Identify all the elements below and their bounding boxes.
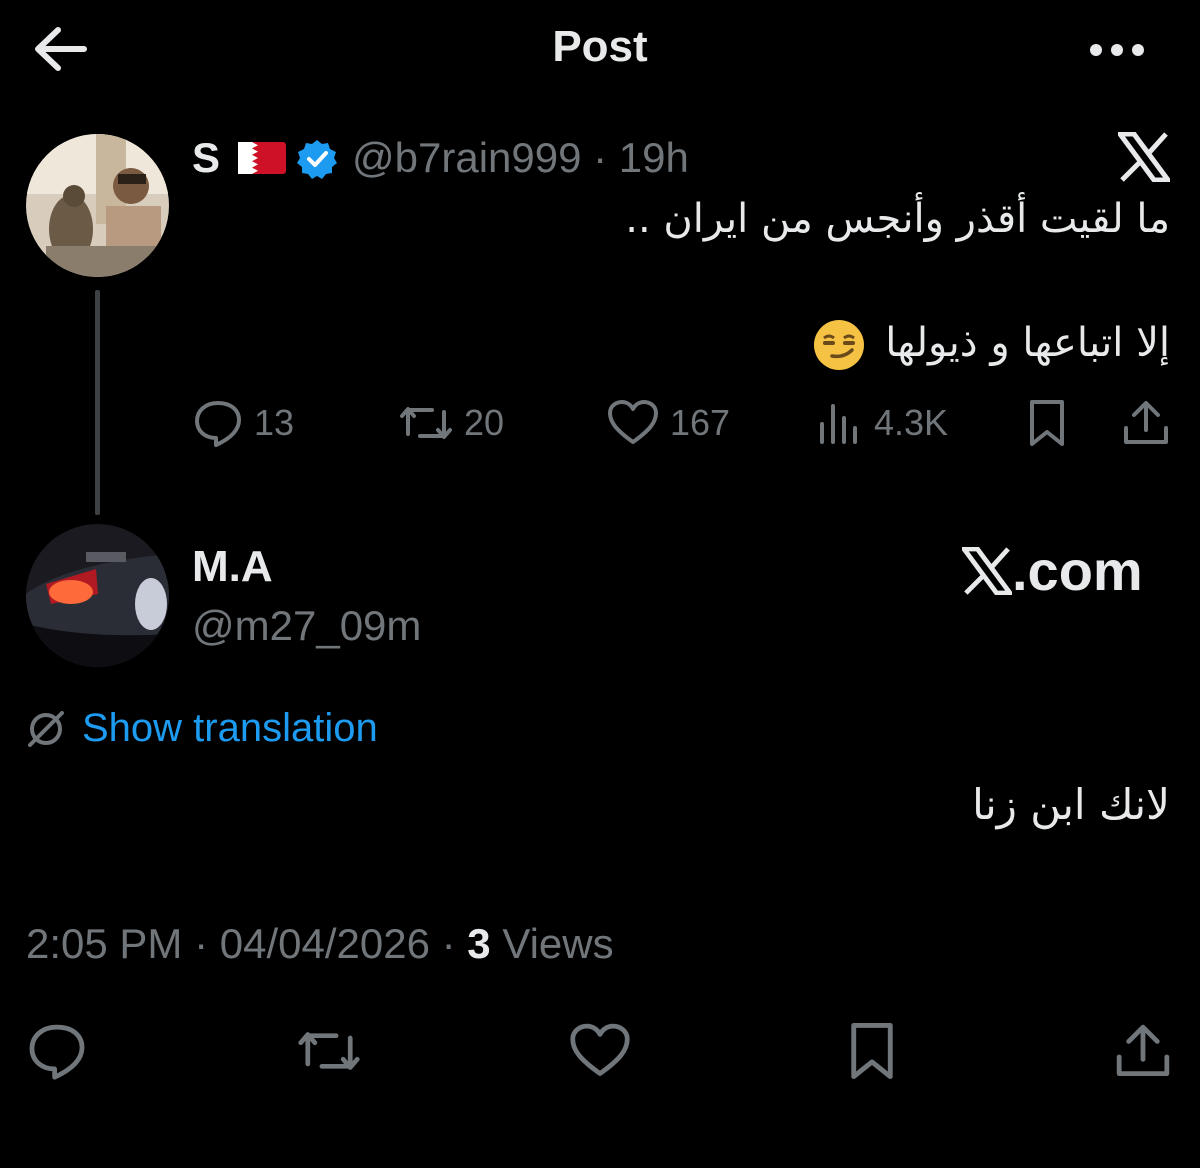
repost-action[interactable]: 20: [398, 398, 504, 448]
avatar[interactable]: [26, 524, 169, 667]
x-logo-icon: [962, 546, 1012, 595]
reply-action[interactable]: 13: [192, 398, 294, 448]
avatar[interactable]: [26, 134, 169, 277]
post-timestamp: 2:05 PM: [26, 920, 183, 967]
repost-count: 20: [464, 402, 505, 443]
show-translation[interactable]: Show translation: [26, 706, 378, 751]
post-text-line1: ما لقيت أقذر وأنجس من ايران ..: [625, 196, 1170, 242]
reply-icon[interactable]: [26, 1020, 88, 1082]
author-handle-time: @b7rain999 · 19h: [352, 134, 689, 182]
globe-slash-icon: [26, 709, 66, 749]
views-chart-icon: [816, 398, 864, 448]
reply-author-name[interactable]: M.A: [192, 542, 273, 592]
views-number: 3: [467, 920, 491, 967]
bookmark-icon[interactable]: [1024, 398, 1070, 448]
separator-dot: ·: [429, 920, 468, 967]
reply-text: لانك ابن زنا: [972, 780, 1170, 829]
author-handle[interactable]: @b7rain999: [352, 134, 581, 181]
separator-dot: ·: [581, 134, 619, 181]
more-options-icon[interactable]: [1086, 30, 1148, 70]
reply-icon: [192, 398, 244, 448]
author-name[interactable]: S: [192, 134, 220, 182]
post-text-line2: إلا اتباعها و ذيولها: [812, 318, 1170, 372]
reply-count: 13: [254, 402, 295, 443]
heart-icon[interactable]: [568, 1020, 630, 1082]
views-label: Views: [502, 920, 614, 967]
smirk-emoji-icon: [812, 318, 866, 372]
post-meta: 2:05 PM · 04/04/2026 · 3 Views: [26, 920, 614, 968]
post-date: 04/04/2026: [219, 920, 430, 967]
x-logo-icon: [1118, 132, 1170, 182]
bookmark-icon[interactable]: [844, 1020, 906, 1082]
views-count: 4.3K: [874, 402, 949, 443]
repost-icon[interactable]: [296, 1020, 360, 1082]
reply-author-handle[interactable]: @m27_09m: [192, 602, 421, 650]
verified-badge-icon: [296, 138, 338, 180]
separator-dot: ·: [182, 920, 220, 967]
heart-icon: [606, 398, 660, 448]
post-time: 19h: [618, 134, 689, 181]
post-text-line2-text: إلا اتباعها و ذيولها: [885, 320, 1170, 366]
thread-line: [95, 290, 100, 515]
watermark-text: .com: [1012, 539, 1143, 602]
show-translation-link[interactable]: Show translation: [82, 706, 378, 751]
views-action[interactable]: 4.3K: [816, 398, 948, 448]
repost-icon: [398, 398, 454, 448]
x-com-watermark: .com: [962, 538, 1143, 603]
like-count: 167: [670, 402, 731, 443]
bahrain-flag-icon: [238, 142, 286, 174]
like-action[interactable]: 167: [606, 398, 730, 448]
share-icon[interactable]: [1112, 1020, 1174, 1082]
page-title: Post: [552, 22, 648, 71]
share-icon[interactable]: [1120, 398, 1172, 448]
